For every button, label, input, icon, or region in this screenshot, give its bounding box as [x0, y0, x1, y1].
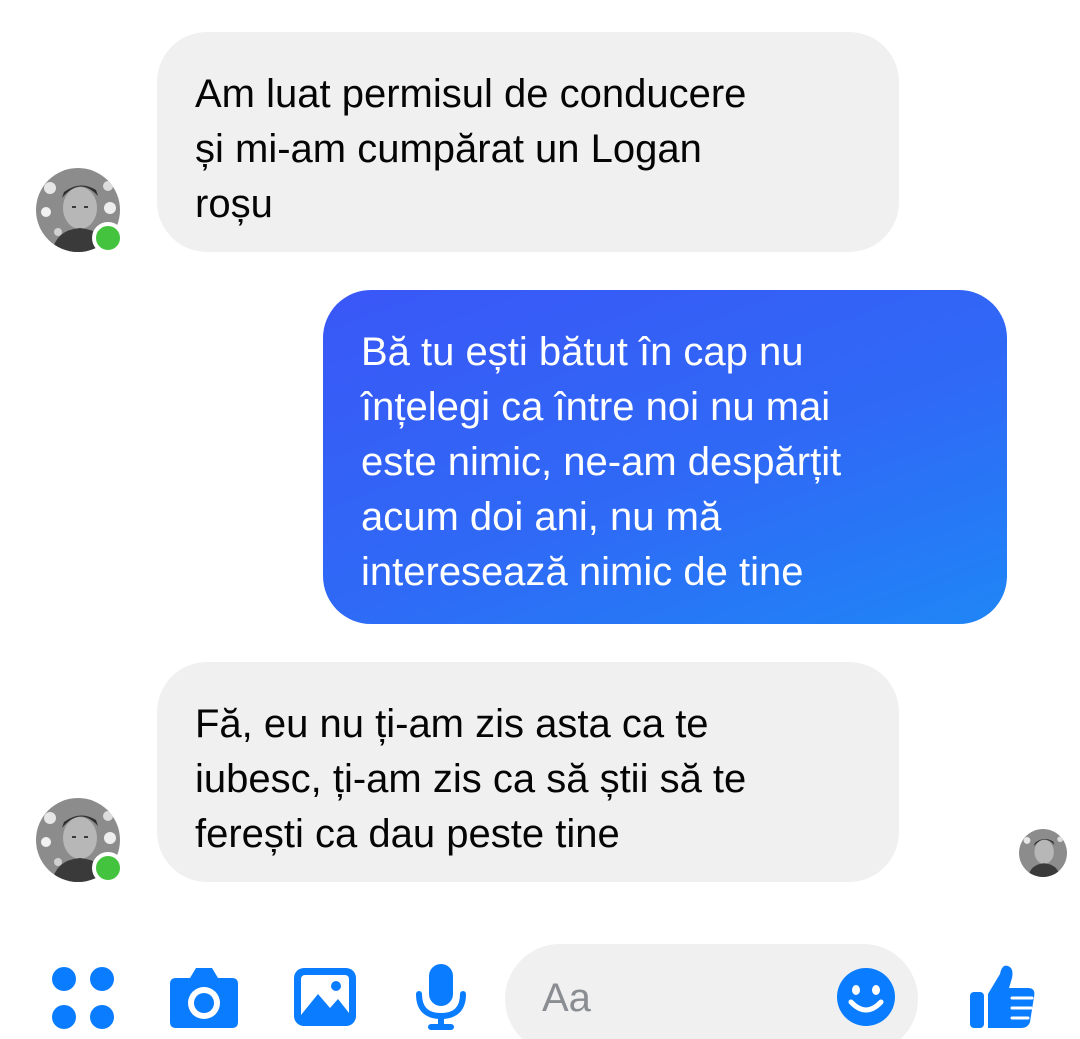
- online-status-dot: [92, 222, 124, 254]
- more-actions-button[interactable]: [50, 965, 116, 1031]
- camera-button[interactable]: [168, 966, 240, 1030]
- thumbs-up-icon: [970, 965, 1035, 1028]
- seen-avatar-indicator: [1019, 829, 1067, 877]
- seen-avatar-photo: [1019, 829, 1067, 877]
- contact-avatar[interactable]: [36, 798, 124, 884]
- incoming-message-bubble[interactable]: Fă, eu nu ți-am zis asta ca te iubesc, ț…: [157, 662, 899, 882]
- outgoing-message-bubble[interactable]: Bă tu ești bătut în cap nu înțelegi ca î…: [323, 290, 1007, 624]
- camera-icon: [170, 968, 238, 1028]
- four-dots-icon: [52, 967, 114, 1029]
- voice-message-button[interactable]: [412, 962, 470, 1032]
- microphone-icon: [416, 964, 466, 1030]
- messenger-chat-screen: Am luat permisul de conducere și mi-am c…: [0, 0, 1080, 1039]
- emoji-button[interactable]: [835, 966, 897, 1028]
- incoming-message-bubble[interactable]: Am luat permisul de conducere și mi-am c…: [157, 32, 899, 252]
- message-input-placeholder: Aa: [542, 976, 591, 1020]
- image-icon: [294, 968, 356, 1026]
- message-input[interactable]: Aa: [505, 944, 918, 1039]
- contact-avatar[interactable]: [36, 168, 124, 254]
- online-status-dot: [92, 852, 124, 884]
- like-send-button[interactable]: [966, 960, 1038, 1032]
- gallery-button[interactable]: [292, 966, 358, 1028]
- smiley-icon: [837, 968, 895, 1026]
